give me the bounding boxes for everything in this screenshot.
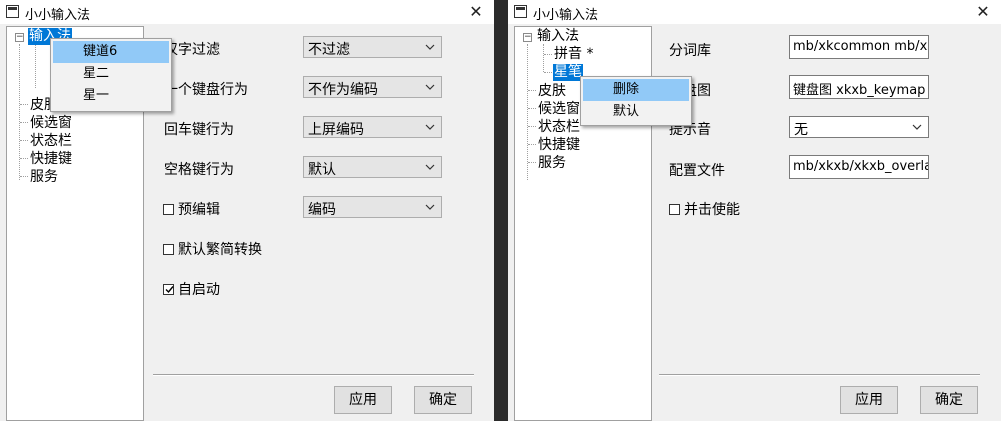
tree-line <box>20 140 28 141</box>
tree-line <box>527 44 528 180</box>
hanzi-filter-select[interactable]: 不过滤 <box>303 36 442 58</box>
tree-line <box>20 176 28 177</box>
tree-line <box>528 108 536 109</box>
tree-line <box>528 144 536 145</box>
tree-item-hotkey[interactable]: 快捷键 <box>537 137 581 154</box>
tree-line <box>544 72 552 73</box>
title-bar[interactable]: 小小输入法 ✕ <box>0 0 494 24</box>
tree-item-statusbar[interactable]: 状态栏 <box>537 119 581 136</box>
chord-label: 并击使能 <box>684 202 740 218</box>
menu-item-xinger[interactable]: 星二 <box>53 63 169 85</box>
enter-behavior-value: 上屏编码 <box>308 122 364 138</box>
close-button[interactable]: ✕ <box>458 0 494 24</box>
tree-item-xingbi[interactable]: 星笔 <box>553 64 583 81</box>
window-title: 小小输入法 <box>25 8 91 23</box>
chord-checkbox[interactable] <box>669 204 680 215</box>
chevron-down-icon <box>425 124 435 130</box>
menu-item-default[interactable]: 默认 <box>583 101 689 123</box>
key-behavior-value: 不作为编码 <box>308 82 378 98</box>
enter-behavior-label: 回车键行为 <box>164 122 234 138</box>
enter-behavior-select[interactable]: 上屏编码 <box>303 116 442 138</box>
divider <box>153 374 474 376</box>
check-icon <box>165 286 174 294</box>
chevron-down-icon <box>425 84 435 90</box>
chevron-down-icon <box>425 204 435 210</box>
tree-line <box>528 90 536 91</box>
tree-line <box>19 44 20 180</box>
tree-item-ime[interactable]: 输入法 <box>536 28 580 45</box>
config-value: mb/xkxb/xkxb_overlay <box>793 159 929 174</box>
app-icon <box>514 5 527 18</box>
tree-item-hotkey[interactable]: 快捷键 <box>29 151 73 168</box>
keymap-input[interactable]: 键盘图 xkxb_keymap <box>789 75 929 99</box>
tree-line <box>20 122 28 123</box>
window-title: 小小输入法 <box>533 8 599 23</box>
menu-item-jiandao6[interactable]: 键道6 <box>53 41 169 63</box>
preedit-select[interactable]: 编码 <box>303 196 442 218</box>
tree-item-service[interactable]: 服务 <box>537 155 567 172</box>
chevron-down-icon <box>425 44 435 50</box>
tree-line <box>528 126 536 127</box>
ok-button[interactable]: 确定 <box>920 386 978 414</box>
preedit-checkbox[interactable] <box>163 204 174 215</box>
space-behavior-label: 空格键行为 <box>164 162 234 178</box>
tree-line <box>544 54 552 55</box>
divider <box>659 374 980 376</box>
dict-value: mb/xkcommon mb/xkxb <box>793 39 928 54</box>
space-behavior-select[interactable]: 默认 <box>303 156 442 178</box>
ok-button[interactable]: 确定 <box>414 386 472 414</box>
apply-button[interactable]: 应用 <box>334 386 392 414</box>
preedit-value: 编码 <box>308 202 336 218</box>
tree-item-pinyin[interactable]: 拼音 * <box>553 46 594 63</box>
dict-input[interactable]: mb/xkcommon mb/xkxb <box>789 35 929 59</box>
tree-line <box>20 158 28 159</box>
hanzi-filter-value: 不过滤 <box>308 42 350 58</box>
tree-item-statusbar[interactable]: 状态栏 <box>29 133 73 150</box>
keymap-value: 键盘图 xkxb_keymap <box>793 83 926 98</box>
tone-select[interactable]: 无 <box>789 116 929 138</box>
title-bar[interactable]: 小小输入法 ✕ <box>508 0 1001 24</box>
autostart-label: 自启动 <box>178 282 220 298</box>
tree-line <box>528 162 536 163</box>
default-trad-checkbox[interactable] <box>163 244 174 255</box>
tree-line <box>20 104 28 105</box>
settings-window-1: 小小输入法 ✕ − 输入法 皮肤 候选窗 状态栏 快捷键 服务 汉字过滤 不过滤… <box>0 0 494 421</box>
key-behavior-select[interactable]: 不作为编码 <box>303 76 442 98</box>
config-label: 配置文件 <box>669 163 725 179</box>
tree-item-candidate[interactable]: 候选窗 <box>537 101 581 118</box>
chevron-down-icon <box>425 164 435 170</box>
preedit-label: 预编辑 <box>178 202 220 218</box>
collapse-icon[interactable]: − <box>15 33 24 42</box>
tree-line <box>35 44 36 88</box>
tree-item-service[interactable]: 服务 <box>29 169 59 186</box>
key-behavior-label: 一个键盘行为 <box>164 82 248 98</box>
chevron-down-icon <box>912 124 922 130</box>
context-menu: 键道6 星二 星一 <box>50 38 172 112</box>
menu-item-delete[interactable]: 删除 <box>583 79 689 101</box>
close-button[interactable]: ✕ <box>965 0 1001 24</box>
config-input[interactable]: mb/xkxb/xkxb_overlay <box>789 155 929 179</box>
autostart-checkbox[interactable] <box>163 284 174 295</box>
tree-item-skin[interactable]: 皮肤 <box>537 83 567 100</box>
space-behavior-value: 默认 <box>308 162 336 178</box>
apply-button[interactable]: 应用 <box>840 386 898 414</box>
tree-line <box>543 44 544 72</box>
menu-item-xingyi[interactable]: 星一 <box>53 85 169 107</box>
tone-value: 无 <box>794 122 808 138</box>
collapse-icon[interactable]: − <box>523 33 532 42</box>
app-icon <box>6 5 19 18</box>
settings-window-2: 小小输入法 ✕ − 输入法 拼音 * 星笔 皮肤 候选窗 状态栏 快捷键 服务 … <box>508 0 1001 421</box>
default-trad-label: 默认繁简转换 <box>178 242 262 258</box>
hanzi-filter-label: 汉字过滤 <box>164 42 220 58</box>
context-menu: 删除 默认 <box>580 76 692 126</box>
dict-label: 分词库 <box>669 43 711 59</box>
tree-item-candidate[interactable]: 候选窗 <box>29 115 73 132</box>
